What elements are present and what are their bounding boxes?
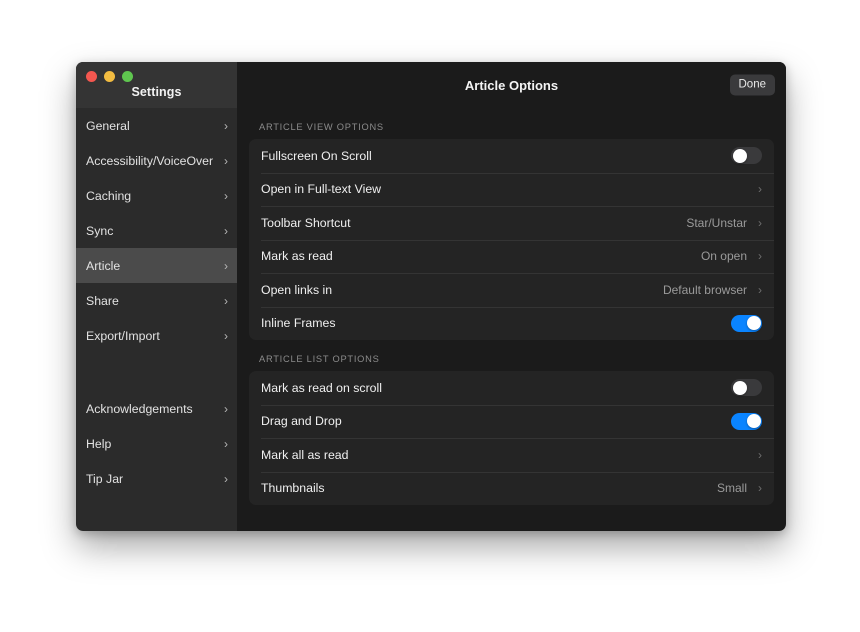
row-drag-and-drop[interactable]: Drag and Drop: [249, 404, 774, 439]
sidebar-header: Settings: [76, 62, 237, 108]
row-label: Toolbar Shortcut: [261, 215, 351, 230]
sidebar-item-label: Tip Jar: [86, 471, 124, 486]
chevron-right-icon: ›: [224, 188, 228, 203]
section-card-article-list-options: Mark as read on scroll Drag and Drop Mar…: [249, 371, 774, 505]
row-toolbar-shortcut[interactable]: Toolbar Shortcut Star/Unstar ›: [249, 206, 774, 240]
row-fullscreen-on-scroll[interactable]: Fullscreen On Scroll: [249, 139, 774, 173]
sidebar-item-label: Accessibility/VoiceOver: [86, 153, 214, 168]
sidebar-item-article[interactable]: Article ›: [76, 248, 237, 283]
row-label: Mark as read: [261, 249, 333, 264]
row-control: Default browser ›: [663, 283, 762, 297]
chevron-right-icon: ›: [758, 215, 762, 230]
traffic-lights: [86, 71, 133, 82]
row-open-in-full-text-view[interactable]: Open in Full-text View ›: [249, 172, 774, 207]
toggle-inline-frames[interactable]: [731, 314, 762, 332]
row-label: Mark all as read: [261, 447, 349, 462]
row-value: Default browser: [662, 282, 747, 297]
sidebar-item-label: Sync: [86, 223, 114, 238]
minimize-window-button[interactable]: [104, 71, 115, 82]
sidebar-nav-top: General › Accessibility/VoiceOver › Cach…: [76, 108, 237, 353]
row-control: Small ›: [717, 481, 762, 495]
settings-window: Settings General › Accessibility/VoiceOv…: [76, 62, 786, 531]
sidebar-item-accessibility-voiceover[interactable]: Accessibility/VoiceOver ›: [76, 143, 237, 178]
chevron-right-icon: ›: [224, 471, 228, 486]
row-label: Drag and Drop: [261, 414, 342, 429]
chevron-right-icon: ›: [224, 258, 228, 273]
row-control: ›: [747, 449, 762, 461]
chevron-right-icon: ›: [224, 118, 228, 133]
row-mark-as-read-on-scroll[interactable]: Mark as read on scroll: [249, 371, 774, 405]
sidebar-nav-bottom: Acknowledgements › Help › Tip Jar ›: [76, 391, 237, 496]
row-control: Star/Unstar ›: [686, 216, 762, 230]
row-label: Open in Full-text View: [261, 182, 382, 197]
chevron-right-icon: ›: [224, 153, 228, 168]
chevron-right-icon: ›: [224, 436, 228, 451]
row-label: Mark as read on scroll: [261, 380, 382, 395]
close-window-button[interactable]: [86, 71, 97, 82]
sidebar-item-label: Article: [86, 258, 121, 273]
row-value: On open: [700, 249, 747, 264]
sidebar-item-share[interactable]: Share ›: [76, 283, 237, 318]
done-button[interactable]: Done: [729, 74, 775, 96]
main-panel: Article Options Done ARTICLE VIEW OPTION…: [237, 62, 786, 531]
row-control: On open ›: [701, 249, 762, 263]
sidebar-item-tip-jar[interactable]: Tip Jar ›: [76, 461, 237, 496]
row-value: Star/Unstar: [686, 215, 747, 230]
sidebar-item-label: Caching: [86, 188, 132, 203]
toggle-drag-and-drop[interactable]: [731, 412, 762, 430]
row-control: ›: [747, 183, 762, 195]
sidebar-item-label: Export/Import: [86, 328, 160, 343]
settings-content: ARTICLE VIEW OPTIONS Fullscreen On Scrol…: [237, 108, 786, 531]
row-mark-all-as-read[interactable]: Mark all as read ›: [249, 438, 774, 472]
sidebar-item-export-import[interactable]: Export/Import ›: [76, 318, 237, 353]
section-header-article-view-options: ARTICLE VIEW OPTIONS: [259, 122, 384, 132]
sidebar-item-label: Share: [86, 293, 119, 308]
row-inline-frames[interactable]: Inline Frames: [249, 306, 774, 341]
sidebar-title: Settings: [131, 85, 182, 99]
toggle-knob: [732, 380, 747, 395]
chevron-right-icon: ›: [758, 447, 762, 462]
main-header: Article Options Done: [237, 62, 786, 108]
row-label: Open links in: [261, 282, 333, 297]
chevron-right-icon: ›: [224, 328, 228, 343]
toggle-knob: [746, 414, 761, 429]
sidebar-item-acknowledgements[interactable]: Acknowledgements ›: [76, 391, 237, 426]
page-title: Article Options: [464, 77, 559, 93]
chevron-right-icon: ›: [758, 282, 762, 297]
row-label: Inline Frames: [261, 316, 336, 331]
toggle-knob: [732, 148, 747, 163]
row-control: [731, 314, 762, 332]
toggle-mark-as-read-on-scroll[interactable]: [731, 379, 762, 397]
chevron-right-icon: ›: [224, 223, 228, 238]
row-open-links-in[interactable]: Open links in Default browser ›: [249, 273, 774, 307]
row-label: Thumbnails: [261, 481, 325, 496]
row-mark-as-read[interactable]: Mark as read On open ›: [249, 239, 774, 274]
section-header-article-list-options: ARTICLE LIST OPTIONS: [259, 354, 380, 364]
chevron-right-icon: ›: [224, 401, 228, 416]
section-card-article-view-options: Fullscreen On Scroll Open in Full-text V…: [249, 139, 774, 340]
sidebar-item-label: General: [86, 118, 130, 133]
chevron-right-icon: ›: [224, 293, 228, 308]
sidebar-item-caching[interactable]: Caching ›: [76, 178, 237, 213]
chevron-right-icon: ›: [758, 481, 762, 496]
chevron-right-icon: ›: [758, 182, 762, 197]
toggle-fullscreen-on-scroll[interactable]: [731, 147, 762, 165]
sidebar: Settings General › Accessibility/VoiceOv…: [76, 62, 237, 531]
sidebar-item-general[interactable]: General ›: [76, 108, 237, 143]
toggle-knob: [746, 316, 761, 331]
sidebar-item-label: Help: [86, 436, 112, 451]
row-value: Small: [716, 481, 747, 496]
row-control: [731, 147, 762, 165]
sidebar-item-sync[interactable]: Sync ›: [76, 213, 237, 248]
sidebar-item-label: Acknowledgements: [86, 401, 193, 416]
row-control: [731, 379, 762, 397]
row-label: Fullscreen On Scroll: [261, 148, 372, 163]
screen: Settings General › Accessibility/VoiceOv…: [0, 0, 860, 632]
row-control: [731, 412, 762, 430]
zoom-window-button[interactable]: [122, 71, 133, 82]
row-thumbnails[interactable]: Thumbnails Small ›: [249, 471, 774, 506]
sidebar-item-help[interactable]: Help ›: [76, 426, 237, 461]
chevron-right-icon: ›: [758, 249, 762, 264]
